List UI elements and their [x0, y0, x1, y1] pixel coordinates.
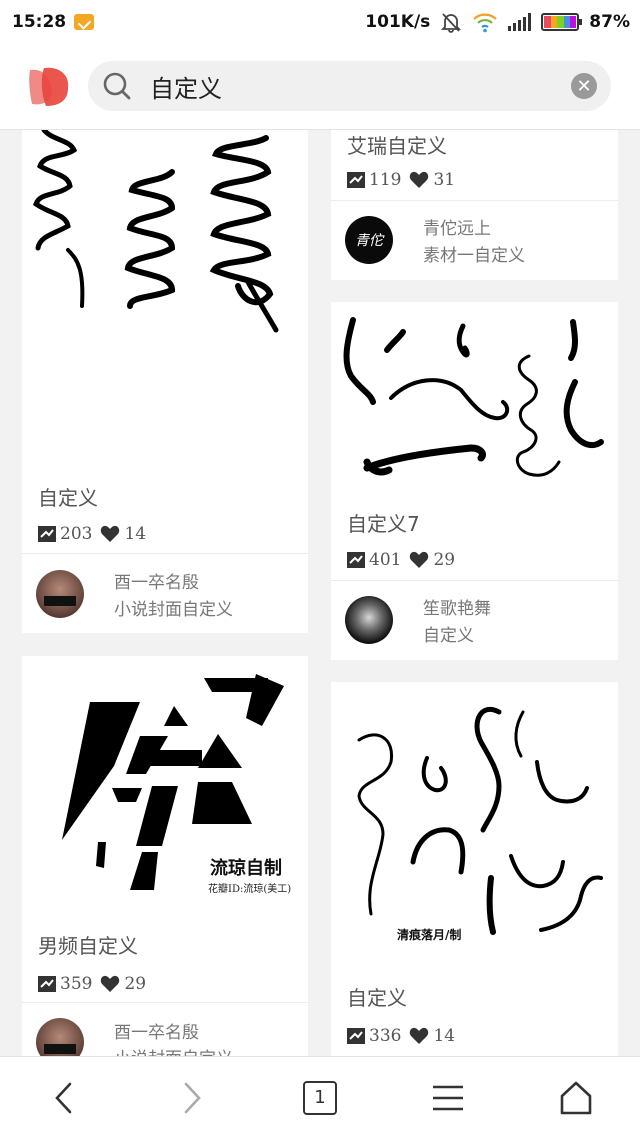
- pin-stats: 203 14: [38, 524, 154, 544]
- pin-image[interactable]: [331, 682, 618, 962]
- repin-count: 203: [60, 524, 93, 544]
- pin-user[interactable]: 笙歌艳舞: [423, 594, 491, 619]
- pin-title: 自定义: [38, 486, 98, 510]
- repin-icon: [347, 1028, 365, 1044]
- tabs-count: 1: [314, 1087, 326, 1108]
- pin-card[interactable]: 清痕落月/制 自定义 336 14: [331, 682, 618, 1056]
- heart-icon: [410, 171, 429, 188]
- pin-image[interactable]: [331, 302, 618, 498]
- pin-title: 艾瑞自定义: [347, 134, 447, 158]
- avatar[interactable]: [36, 570, 84, 618]
- card-divider: [331, 200, 618, 201]
- like-count: 14: [124, 524, 147, 544]
- heart-icon: [101, 525, 120, 542]
- chevron-left-icon: [55, 1082, 72, 1113]
- pin-board[interactable]: 自定义: [423, 621, 474, 646]
- heart-icon: [410, 551, 429, 568]
- notification-app-icon: [74, 14, 95, 30]
- pin-title: 男频自定义: [38, 934, 138, 958]
- avatar[interactable]: [36, 1018, 84, 1056]
- chevron-right-icon: [184, 1082, 201, 1113]
- like-count: 14: [433, 1026, 456, 1046]
- heart-icon: [101, 975, 120, 992]
- menu-icon: [433, 1085, 463, 1110]
- status-time: 15:28: [12, 12, 67, 32]
- repin-count: 359: [60, 974, 93, 994]
- search-input[interactable]: 自定义: [150, 69, 571, 104]
- pin-user[interactable]: 酉一卒名殷: [114, 1018, 199, 1043]
- tabs-icon: 1: [303, 1080, 337, 1115]
- home-button[interactable]: [546, 1068, 606, 1128]
- app-logo[interactable]: [28, 66, 70, 108]
- like-count: 29: [433, 550, 456, 570]
- network-speed: 101K/s: [365, 12, 431, 32]
- clear-icon[interactable]: ✕: [571, 73, 597, 99]
- card-divider: [22, 1002, 308, 1003]
- bottom-nav: 1: [0, 1056, 640, 1138]
- header: 自定义 ✕: [0, 44, 640, 130]
- pin-board[interactable]: 小说封面自定义: [114, 1044, 233, 1056]
- back-button[interactable]: [34, 1068, 94, 1128]
- like-count: 29: [124, 974, 147, 994]
- signal-icon: [508, 13, 532, 31]
- pin-stats: 359 29: [38, 974, 154, 994]
- battery-percent: 87%: [589, 12, 630, 32]
- search-icon: [103, 72, 131, 100]
- card-divider: [22, 553, 308, 554]
- forward-button[interactable]: [162, 1068, 222, 1128]
- pin-stats: 336 14: [347, 1026, 463, 1046]
- pin-card[interactable]: 流琼自制 花瓣ID:流琼(美工) 男频自定义 359 29 酉一卒名殷 小说封面…: [22, 656, 308, 1056]
- status-bar: 15:28 101K/s 87%: [0, 0, 640, 44]
- pin-card[interactable]: 自定义 203 14 酉一卒名殷 小说封面自定义: [22, 130, 308, 633]
- pin-image[interactable]: [22, 130, 308, 450]
- pin-board[interactable]: 小说封面自定义: [114, 595, 233, 620]
- wifi-icon: [473, 13, 498, 33]
- pin-title: 自定义: [347, 986, 407, 1010]
- repin-count: 401: [369, 550, 402, 570]
- tabs-button[interactable]: 1: [290, 1068, 350, 1128]
- avatar-text: 青佗: [355, 233, 383, 249]
- repin-icon: [347, 172, 365, 188]
- avatar[interactable]: 青佗: [345, 216, 393, 264]
- mute-bell-icon: [441, 13, 462, 33]
- pin-card[interactable]: 自定义7 401 29 笙歌艳舞 自定义: [331, 302, 618, 660]
- image-caption: 流琼自制: [210, 858, 282, 879]
- menu-button[interactable]: [418, 1068, 478, 1128]
- pin-board[interactable]: 素材一自定义: [423, 241, 525, 266]
- repin-icon: [38, 526, 56, 542]
- pin-title: 自定义7: [347, 512, 420, 536]
- pin-stats: 119 31: [347, 170, 463, 190]
- search-bar[interactable]: 自定义 ✕: [88, 61, 611, 111]
- repin-count: 119: [369, 170, 402, 190]
- card-divider: [331, 580, 618, 581]
- pin-card[interactable]: 艾瑞自定义 119 31 青佗 青佗远上 素材一自定义: [331, 130, 618, 280]
- pin-user[interactable]: 酉一卒名殷: [114, 568, 199, 593]
- like-count: 31: [433, 170, 456, 190]
- repin-icon: [38, 976, 56, 992]
- pin-stats: 401 29: [347, 550, 463, 570]
- battery-icon: [541, 13, 583, 31]
- pin-user[interactable]: 青佗远上: [423, 214, 491, 239]
- repin-count: 336: [369, 1026, 402, 1046]
- image-caption: 清痕落月/制: [397, 928, 462, 942]
- image-subcaption: 花瓣ID:流琼(美工): [208, 884, 292, 895]
- avatar[interactable]: [345, 596, 393, 644]
- heart-icon: [410, 1027, 429, 1044]
- home-icon: [560, 1081, 592, 1114]
- repin-icon: [347, 552, 365, 568]
